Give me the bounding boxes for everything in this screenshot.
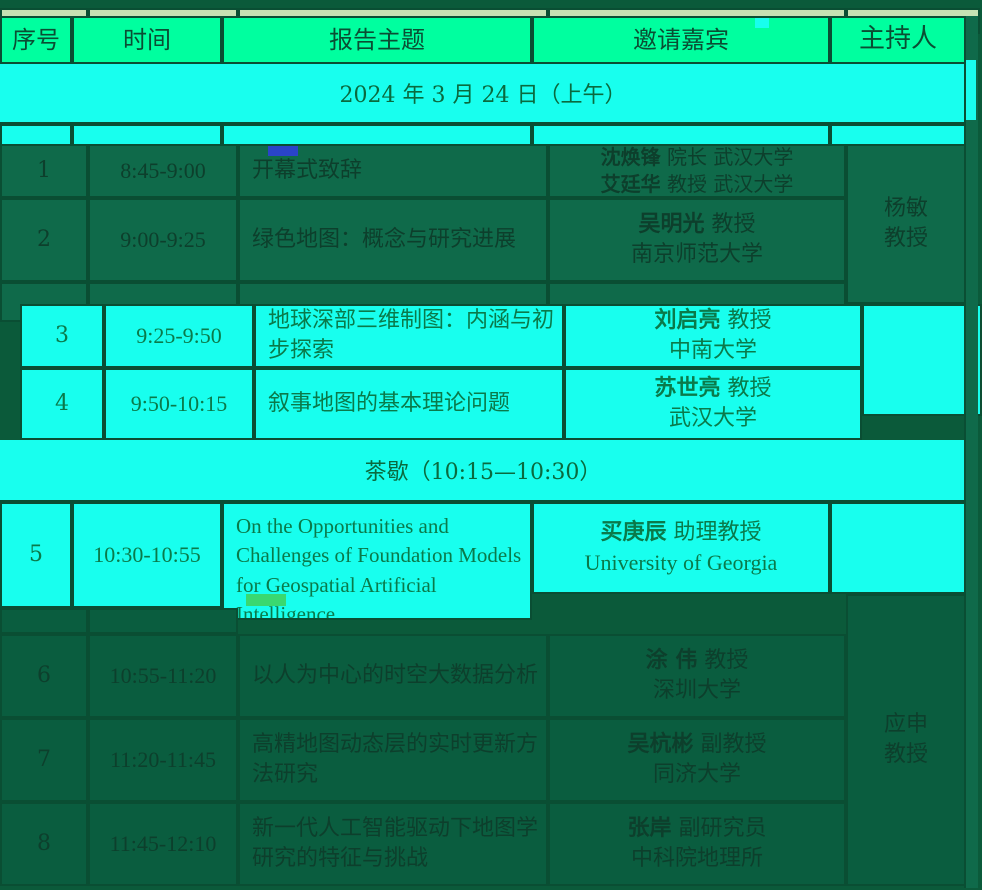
table-right-border bbox=[964, 16, 978, 888]
row-guest: 买庚辰 助理教授 University of Georgia bbox=[532, 502, 830, 594]
guest-name: 涂 伟 bbox=[645, 647, 698, 674]
guest-name: 买庚辰 bbox=[600, 519, 667, 546]
row-guest: 张岸 副研究员 中科院地理所 bbox=[548, 802, 846, 886]
host-name: 杨敏教授 bbox=[883, 196, 928, 251]
row-index: 5 bbox=[0, 502, 72, 608]
guest-title: 教授 bbox=[711, 212, 756, 238]
row-topic: 叙事地图的基本理论问题 bbox=[254, 368, 564, 440]
row-index: 3 bbox=[20, 304, 104, 368]
row-index: 4 bbox=[20, 368, 104, 440]
guest-affiliation: 深圳大学 bbox=[652, 678, 741, 703]
row-index: 8 bbox=[0, 802, 88, 886]
guest-name: 艾廷华 bbox=[600, 172, 661, 196]
row-topic: 高精地图动态层的实时更新方法研究 bbox=[238, 718, 548, 802]
glitch-artifact bbox=[755, 18, 769, 28]
row-guest: 沈焕锋 院长 武汉大学 艾廷华 教授 武汉大学 bbox=[548, 144, 846, 198]
row-time: 9:25-9:50 bbox=[104, 304, 254, 368]
guest-affiliation: 中南大学 bbox=[668, 338, 757, 363]
host-cell: 应申教授 bbox=[846, 594, 966, 886]
row-time: 9:50-10:15 bbox=[104, 368, 254, 440]
row-topic: 地球深部三维制图：内涵与初步探索 bbox=[254, 304, 564, 368]
row-time: 10:55-11:20 bbox=[88, 634, 238, 718]
guest-title: 教授 武汉大学 bbox=[667, 172, 794, 196]
row-guest: 苏世亮 教授 武汉大学 bbox=[564, 368, 862, 440]
guest-affiliation: 南京师范大学 bbox=[630, 242, 763, 267]
host-cell: 杨敏教授 bbox=[846, 144, 966, 304]
guest-title: 副教授 bbox=[700, 732, 767, 758]
row-guest: 涂 伟 教授 深圳大学 bbox=[548, 634, 846, 718]
glitch-artifact bbox=[268, 146, 298, 156]
date-row: 2024 年 3 月 24 日（上午） bbox=[0, 64, 966, 124]
row-index: 6 bbox=[0, 634, 88, 718]
header-guest: 邀请嘉宾 bbox=[532, 16, 830, 64]
guest-name: 吴杭彬 bbox=[627, 731, 694, 758]
row-topic: 以人为中心的时空大数据分析 bbox=[238, 634, 548, 718]
guest-title: 教授 bbox=[727, 308, 772, 334]
header-topic: 报告主题 bbox=[222, 16, 532, 64]
guest-title: 教授 bbox=[704, 648, 749, 674]
row5-index-tail bbox=[0, 608, 88, 634]
glitch-artifact bbox=[246, 594, 286, 606]
row-time: 11:20-11:45 bbox=[88, 718, 238, 802]
guest-name: 张岸 bbox=[627, 815, 672, 842]
guest-title: 院长 武汉大学 bbox=[667, 145, 794, 169]
row-index: 2 bbox=[0, 198, 88, 282]
header-host: 主持人 bbox=[830, 16, 966, 64]
header-time: 时间 bbox=[72, 16, 222, 64]
guest-affiliation: 中科院地理所 bbox=[630, 846, 763, 871]
header-index: 序号 bbox=[0, 16, 72, 64]
guest-title: 副研究员 bbox=[678, 816, 767, 842]
guest-name: 刘启亮 bbox=[654, 307, 721, 334]
row-topic: 绿色地图：概念与研究进展 bbox=[238, 198, 548, 282]
guest-name: 沈焕锋 bbox=[600, 145, 661, 169]
row-guest: 吴杭彬 副教授 同济大学 bbox=[548, 718, 846, 802]
row-index: 1 bbox=[0, 144, 88, 198]
row5-time-tail bbox=[88, 608, 238, 634]
row-time: 10:30-10:55 bbox=[72, 502, 222, 608]
host-cell-fragment bbox=[830, 502, 966, 594]
schedule-table: 序号 时间 报告主题 邀请嘉宾 主持人 2024 年 3 月 24 日（上午） … bbox=[0, 0, 982, 890]
guest-title: 教授 bbox=[727, 376, 772, 402]
row-time: 11:45-12:10 bbox=[88, 802, 238, 886]
guest-affiliation: 武汉大学 bbox=[668, 406, 757, 431]
guest-name: 吴明光 bbox=[638, 211, 705, 238]
right-edge-stripe bbox=[966, 60, 976, 120]
row-index: 7 bbox=[0, 718, 88, 802]
row-topic: 新一代人工智能驱动下地图学研究的特征与挑战 bbox=[238, 802, 548, 886]
row-guest: 吴明光 教授 南京师范大学 bbox=[548, 198, 846, 282]
row-guest: 刘启亮 教授 中南大学 bbox=[564, 304, 862, 368]
guest-title: 助理教授 bbox=[673, 520, 762, 546]
break-row: 茶歇（10:15—10:30） bbox=[0, 440, 966, 502]
host-name: 应申教授 bbox=[883, 712, 928, 767]
row-time: 8:45-9:00 bbox=[88, 144, 238, 198]
guest-name: 苏世亮 bbox=[654, 375, 721, 402]
guest-affiliation: 同济大学 bbox=[652, 762, 741, 787]
guest-affiliation: University of Georgia bbox=[584, 550, 778, 575]
row-time: 9:00-9:25 bbox=[88, 198, 238, 282]
